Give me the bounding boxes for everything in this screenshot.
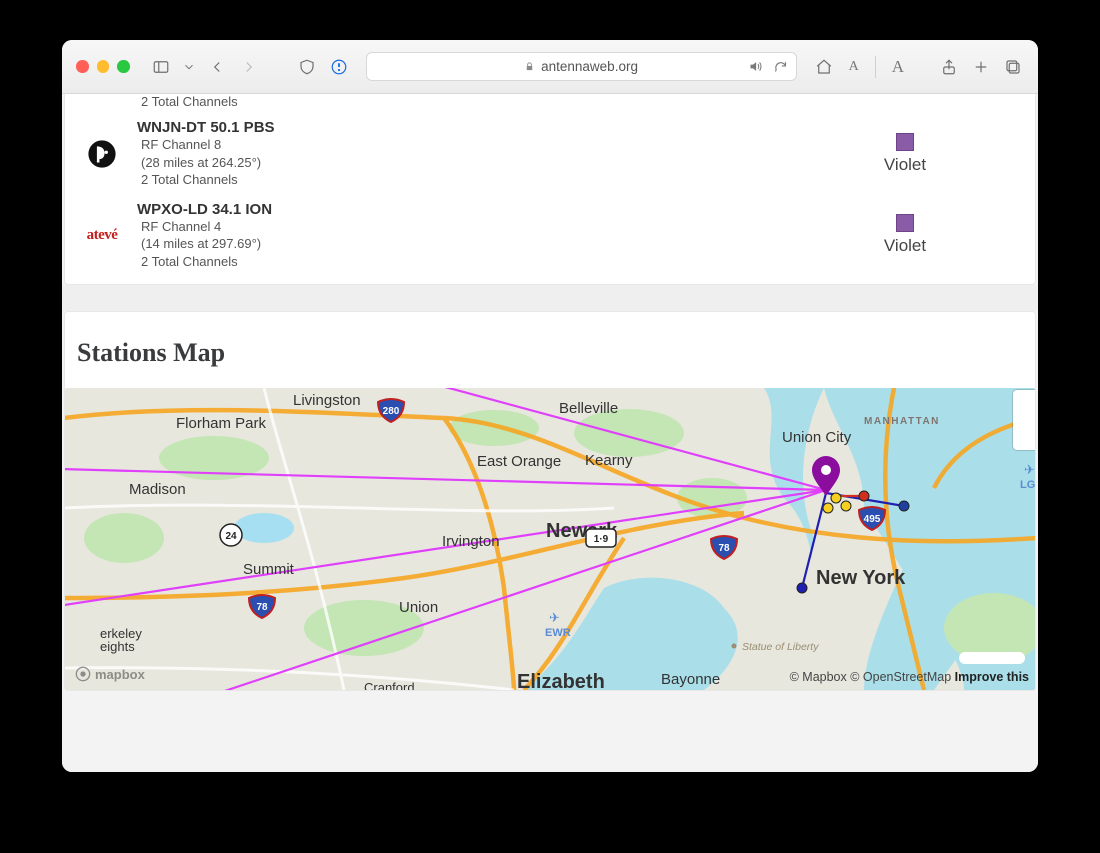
close-window-button[interactable] <box>76 60 89 73</box>
traffic-lights <box>76 60 130 73</box>
station-direction: (14 miles at 297.69°) <box>141 235 617 253</box>
reload-icon[interactable] <box>773 59 788 74</box>
stations-map[interactable]: Livingston Florham Park Belleville Union Ci… <box>65 388 1035 690</box>
color-label: Violet <box>884 155 926 175</box>
svg-text:1·9: 1·9 <box>594 534 609 545</box>
page-content: 2 Total Channels WNJN-DT 50.1 PBS RF Cha… <box>62 94 1038 772</box>
audio-icon[interactable] <box>748 59 763 74</box>
password-manager-icon[interactable] <box>328 56 350 78</box>
url-right-controls <box>748 59 788 74</box>
station-title: WPXO-LD 34.1 ION <box>137 201 617 218</box>
text-size-small-button[interactable]: A <box>845 59 863 75</box>
color-swatch <box>896 214 914 232</box>
svg-text:Summit: Summit <box>243 561 295 578</box>
mapbox-logo: mapbox <box>75 666 145 682</box>
svg-text:Elizabeth: Elizabeth <box>517 671 605 690</box>
home-icon[interactable] <box>813 56 835 78</box>
svg-text:Florham Park: Florham Park <box>176 415 267 432</box>
maximize-window-button[interactable] <box>117 60 130 73</box>
station-row[interactable]: WNJN-DT 50.1 PBS RF Channel 8 (28 miles … <box>65 115 1035 197</box>
svg-text:78: 78 <box>718 543 730 554</box>
share-icon[interactable] <box>938 56 960 78</box>
color-label: Violet <box>884 236 926 256</box>
svg-text:MANHATTAN: MANHATTAN <box>864 416 940 427</box>
station-rf-channel: RF Channel 8 <box>141 136 617 154</box>
svg-text:EWR: EWR <box>545 627 571 639</box>
shield-icon[interactable] <box>296 56 318 78</box>
station-info: WPXO-LD 34.1 ION RF Channel 4 (14 miles … <box>137 201 617 271</box>
new-tab-icon[interactable] <box>970 56 992 78</box>
map-zoom-control[interactable] <box>1013 390 1035 450</box>
back-button-icon[interactable] <box>206 56 228 78</box>
url-text: antennaweb.org <box>541 59 638 74</box>
station-sub-channels: 2 Total Channels <box>65 94 1035 115</box>
map-attribution[interactable]: © Mapbox © OpenStreetMap Improve this <box>790 670 1029 684</box>
svg-text:Livingston: Livingston <box>293 392 361 409</box>
lock-icon <box>524 61 535 72</box>
svg-text:Bayonne: Bayonne <box>661 671 720 688</box>
svg-text:24: 24 <box>225 531 237 542</box>
browser-window: antennaweb.org A A 2 Total Channels <box>62 40 1038 772</box>
station-logo-pbs <box>85 137 119 171</box>
tabs-overview-icon[interactable] <box>1002 56 1024 78</box>
svg-text:New York: New York <box>816 567 906 589</box>
svg-text:Kearny: Kearny <box>585 452 633 469</box>
svg-text:Belleville: Belleville <box>559 400 618 417</box>
svg-text:Union City: Union City <box>782 429 852 446</box>
color-swatch <box>896 133 914 151</box>
svg-text:✈: ✈ <box>1024 462 1035 477</box>
svg-text:495: 495 <box>864 514 881 525</box>
svg-text:Madison: Madison <box>129 481 186 498</box>
station-title: WNJN-DT 50.1 PBS <box>137 119 617 136</box>
antenna-color-indicator: Violet <box>795 214 1015 256</box>
svg-text:Union: Union <box>399 599 438 616</box>
address-bar[interactable]: antennaweb.org <box>366 52 797 81</box>
svg-text:eights: eights <box>100 639 135 654</box>
map-scale-bar <box>959 652 1025 664</box>
svg-text:Statue of Liberty: Statue of Liberty <box>742 641 819 653</box>
sidebar-toggle-icon[interactable] <box>150 56 172 78</box>
map-title: Stations Map <box>65 312 1035 388</box>
station-info: WNJN-DT 50.1 PBS RF Channel 8 (28 miles … <box>137 119 617 189</box>
svg-text:280: 280 <box>383 406 400 417</box>
svg-text:✈: ✈ <box>549 610 560 625</box>
stations-map-card: Stations Map <box>64 311 1036 691</box>
station-direction: (28 miles at 264.25°) <box>141 154 617 172</box>
station-total-channels: 2 Total Channels <box>141 171 617 189</box>
svg-text:East Orange: East Orange <box>477 453 561 470</box>
svg-text:Irvington: Irvington <box>442 533 500 550</box>
station-logo-ateve: atevé <box>85 218 119 252</box>
forward-button-icon[interactable] <box>238 56 260 78</box>
svg-text:LGA: LGA <box>1020 479 1035 491</box>
text-size-large-button[interactable]: A <box>888 57 908 77</box>
stations-list: 2 Total Channels WNJN-DT 50.1 PBS RF Cha… <box>64 94 1036 285</box>
antenna-color-indicator: Violet <box>795 133 1015 175</box>
station-total-channels: 2 Total Channels <box>141 253 617 271</box>
browser-toolbar: antennaweb.org A A <box>62 40 1038 94</box>
station-rf-channel: RF Channel 4 <box>141 218 617 236</box>
dropdown-chevron-icon[interactable] <box>182 56 196 78</box>
minimize-window-button[interactable] <box>97 60 110 73</box>
svg-text:Cranford: Cranford <box>364 680 415 690</box>
svg-text:78: 78 <box>256 602 268 613</box>
station-row[interactable]: atevé WPXO-LD 34.1 ION RF Channel 4 (14 … <box>65 197 1035 285</box>
